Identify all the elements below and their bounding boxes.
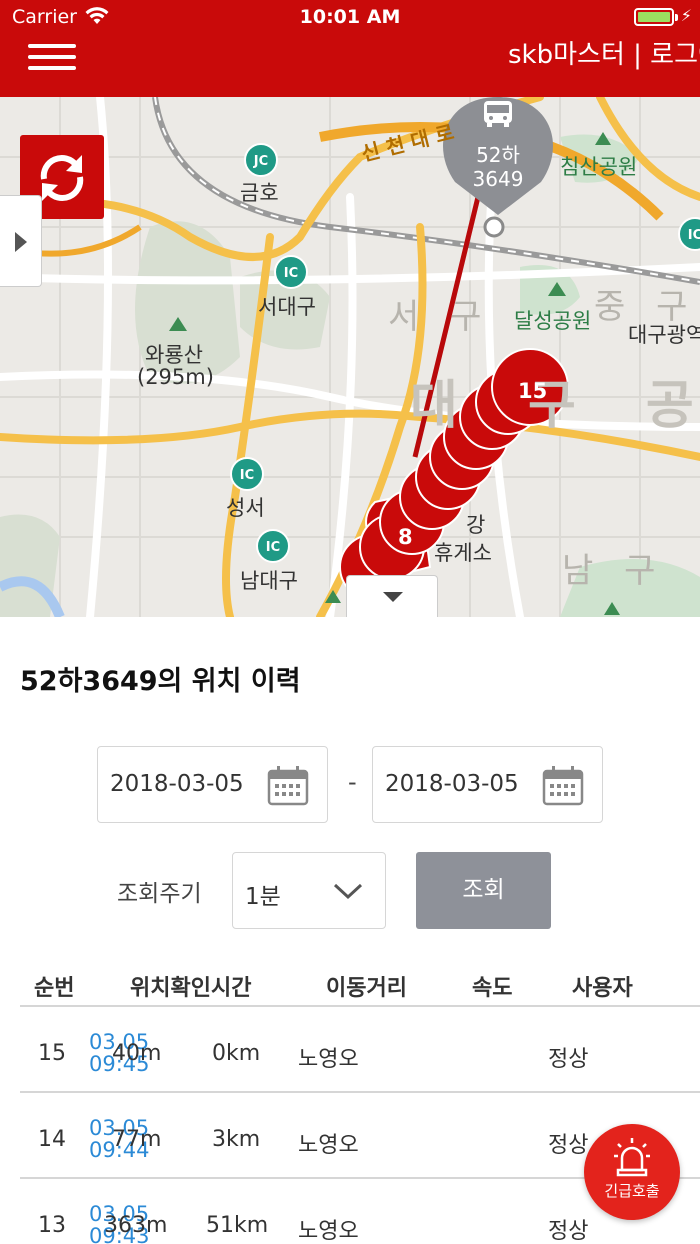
status-bar: Carrier 10:01 AM ⚡ <box>0 0 700 34</box>
query-button[interactable]: 조회 <box>416 852 551 929</box>
map-label-seongseo: 성서 <box>226 496 265 520</box>
vehicle-marker-line2[interactable]: 3649 <box>448 167 548 191</box>
map-label-waryongsan-height: (295m) <box>137 365 214 389</box>
cell-seq: 15 <box>38 1041 66 1066</box>
col-distance: 이동거리 <box>326 976 407 1001</box>
col-time: 위치확인시간 <box>130 976 252 1001</box>
map-label-seodaegu: 서대구 <box>258 295 316 319</box>
map-view[interactable]: JC 금호 IC 서대구 와룡산 (295m) IC 성서 IC 남대구 신 천… <box>0 97 700 617</box>
date-from-field[interactable]: 2018-03-05 <box>97 746 328 823</box>
date-from-value: 2018-03-05 <box>110 771 244 797</box>
app-header: skb마스터 | 로그아웃 <box>0 34 700 97</box>
map-label-daegu-metro: 대구광역 <box>628 323 700 347</box>
map-label-geumho: 금호 <box>240 181 279 205</box>
col-seq: 순번 <box>34 976 75 1001</box>
clock: 10:01 AM <box>299 6 401 28</box>
cluster-number-low[interactable]: 8 <box>398 525 413 549</box>
side-panel-toggle[interactable] <box>0 195 42 287</box>
account-logout-link[interactable]: skb마스터 | 로그아웃 <box>508 34 700 71</box>
period-select[interactable]: 1분 <box>232 852 386 929</box>
col-user: 사용자 <box>572 976 633 1001</box>
period-label: 조회주기 <box>117 881 202 907</box>
battery-icon <box>634 8 678 26</box>
cell-seq: 13 <box>38 1213 66 1238</box>
emergency-call-button[interactable]: 긴급호출 <box>584 1124 680 1220</box>
chevron-down-icon <box>383 592 403 602</box>
cell-speed: 51km <box>206 1213 269 1238</box>
map-label-rest-area-1: 강 <box>466 513 486 537</box>
ic-badge-seodaegu: IC <box>274 255 308 289</box>
history-title: 52하3649의 위치 이력 <box>20 666 301 697</box>
charging-icon: ⚡ <box>680 6 692 25</box>
map-label-namdaegu: 남대구 <box>240 569 298 593</box>
date-to-field[interactable]: 2018-03-05 <box>372 746 603 823</box>
cell-distance: 363m <box>104 1213 168 1238</box>
emergency-call-label: 긴급호출 <box>604 1182 660 1200</box>
map-label-dalseong-park: 달성공원 <box>514 309 592 333</box>
calendar-icon[interactable] <box>267 765 309 807</box>
map-label-namgu: 남 구 <box>562 551 666 591</box>
cell-status: 정상 <box>548 1047 589 1072</box>
table-row[interactable]: 15 03.05 09:45 40m 0km 노영오 정상 <box>20 1007 700 1093</box>
cell-distance: 77m <box>112 1127 162 1152</box>
period-value: 1분 <box>245 884 281 910</box>
bus-icon <box>484 101 512 127</box>
vehicle-marker-line1[interactable]: 52하 <box>448 139 548 168</box>
cell-seq: 14 <box>38 1127 66 1152</box>
cluster-number-top[interactable]: 15 <box>518 379 547 403</box>
ic-badge-namdaegu: IC <box>256 529 290 563</box>
cell-status: 정상 <box>548 1219 589 1244</box>
map-label-seogu: 서 구 <box>388 297 492 337</box>
menu-icon[interactable] <box>28 44 76 70</box>
cell-distance: 40m <box>112 1041 162 1066</box>
siren-icon <box>614 1138 650 1177</box>
date-to-value: 2018-03-05 <box>385 771 519 797</box>
jc-badge: JC <box>244 143 278 177</box>
chevron-down-icon <box>333 883 363 900</box>
ic-badge-seongseo: IC <box>230 457 264 491</box>
cell-status: 정상 <box>548 1133 589 1158</box>
table-header: 순번 위치확인시간 이동거리 속도 사용자 <box>20 962 700 1007</box>
col-speed: 속도 <box>472 976 513 1001</box>
map-label-daegu: 대 구 공 <box>410 376 700 436</box>
cell-speed: 0km <box>212 1041 261 1066</box>
map-collapse-button[interactable] <box>346 575 438 617</box>
cell-user: 노영오 <box>298 1133 359 1158</box>
calendar-icon[interactable] <box>542 765 584 807</box>
cell-user: 노영오 <box>298 1047 359 1072</box>
cell-user: 노영오 <box>298 1219 359 1244</box>
cell-speed: 3km <box>212 1127 261 1152</box>
map-label-rest-area-2: 휴게소 <box>434 541 492 565</box>
date-separator: - <box>348 768 357 796</box>
chevron-right-icon <box>15 232 27 252</box>
map-label-chimsan-park: 침산공원 <box>560 155 638 179</box>
